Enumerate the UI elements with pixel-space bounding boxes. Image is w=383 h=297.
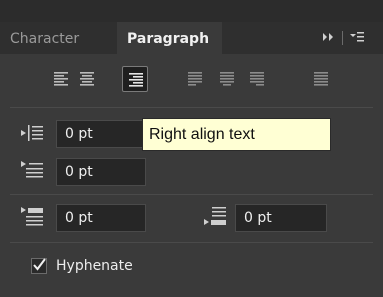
section-divider: [10, 194, 373, 195]
section-divider: [10, 107, 373, 108]
justify-last-left-button[interactable]: [182, 66, 208, 92]
indent-left-icon: [20, 122, 46, 144]
hyphenate-label: Hyphenate: [56, 258, 133, 274]
section-divider: [10, 242, 373, 243]
tab-paragraph[interactable]: Paragraph: [117, 22, 222, 54]
space-before-field[interactable]: 0 pt: [56, 204, 146, 232]
panel-controls: [322, 30, 365, 46]
window-top-strip: [0, 0, 383, 22]
justify-last-center-button[interactable]: [214, 66, 240, 92]
space-after-field[interactable]: 0 pt: [235, 204, 327, 232]
panel-tab-bar: Character Paragraph: [0, 22, 383, 54]
justify-last-right-button[interactable]: [244, 66, 270, 92]
align-center-icon: [80, 72, 94, 86]
first-line-indent-field[interactable]: 0 pt: [56, 158, 146, 186]
tooltip: Right align text: [142, 118, 331, 151]
justify-all-button[interactable]: [308, 66, 334, 92]
panel-menu-icon[interactable]: [349, 31, 365, 46]
panel-controls-separator: [342, 31, 343, 45]
tab-character[interactable]: Character: [0, 22, 89, 54]
space-after-icon: [203, 206, 229, 228]
justify-last-center-icon: [220, 72, 234, 86]
align-left-icon: [54, 72, 68, 86]
align-right-icon: [129, 73, 143, 87]
align-left-button[interactable]: [48, 66, 74, 92]
align-right-button[interactable]: [122, 66, 148, 92]
first-line-indent-icon: [20, 160, 46, 182]
align-center-button[interactable]: [74, 66, 100, 92]
double-chevron-right-icon[interactable]: [322, 32, 336, 45]
justify-last-left-icon: [188, 72, 202, 86]
hyphenate-checkbox[interactable]: [31, 258, 47, 274]
justify-last-right-icon: [250, 72, 264, 86]
checkmark-icon: [33, 258, 46, 271]
space-before-icon: [20, 206, 46, 228]
indent-left-field[interactable]: 0 pt: [56, 120, 146, 148]
justify-all-icon: [314, 72, 328, 86]
